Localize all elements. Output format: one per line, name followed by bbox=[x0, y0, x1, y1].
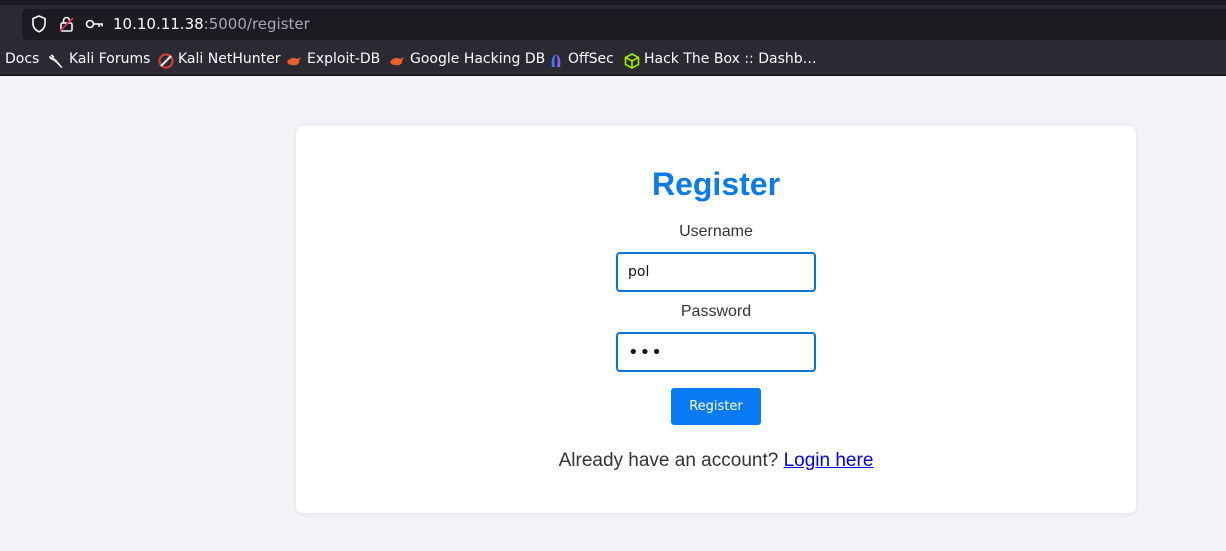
nethunter-icon bbox=[158, 53, 174, 69]
bookmark-kali-forums[interactable]: Kali Forums bbox=[69, 51, 150, 67]
bookmark-hack-the-box[interactable]: Hack The Box :: Dashb… bbox=[644, 51, 817, 67]
password-label: Password bbox=[680, 303, 752, 320]
ghdb-icon bbox=[389, 53, 405, 69]
login-prompt-text: Already have an account? bbox=[558, 450, 784, 471]
url-text[interactable]: 10.10.11.38:5000/register bbox=[113, 15, 310, 33]
insecure-lock-icon[interactable] bbox=[58, 15, 76, 37]
offsec-icon bbox=[548, 53, 564, 69]
bookmark-exploit-db[interactable]: Exploit-DB bbox=[307, 51, 380, 67]
login-prompt: Already have an account? Login here bbox=[296, 450, 1136, 472]
bookmarks-toolbar: Docs Kali Forums Kali NetHunter Exploit-… bbox=[0, 44, 1226, 76]
bookmark-google-hacking-db[interactable]: Google Hacking DB bbox=[410, 51, 545, 67]
page-title: Register bbox=[651, 166, 781, 202]
htb-cube-icon bbox=[624, 53, 640, 69]
url-path: :5000/register bbox=[203, 15, 310, 33]
browser-toolbar: 10.10.11.38:5000/register bbox=[0, 0, 1226, 44]
bookmark-kali-nethunter[interactable]: Kali NetHunter bbox=[178, 51, 280, 67]
key-icon[interactable] bbox=[85, 15, 105, 37]
login-link[interactable]: Login here bbox=[784, 450, 874, 471]
password-input[interactable] bbox=[616, 332, 816, 372]
exploit-db-icon bbox=[286, 53, 302, 69]
tracking-shield-icon[interactable] bbox=[31, 15, 47, 37]
url-host: 10.10.11.38 bbox=[113, 15, 204, 33]
register-card: Register Username Password Register Alre… bbox=[296, 126, 1136, 513]
bookmark-offsec[interactable]: OffSec bbox=[568, 51, 614, 67]
username-input[interactable] bbox=[616, 252, 816, 292]
bookmark-docs[interactable]: Docs bbox=[5, 51, 39, 67]
address-bar[interactable]: 10.10.11.38:5000/register bbox=[22, 9, 1226, 40]
username-label: Username bbox=[679, 223, 753, 240]
register-button[interactable]: Register bbox=[671, 388, 761, 425]
kali-dragon-icon bbox=[48, 53, 64, 69]
